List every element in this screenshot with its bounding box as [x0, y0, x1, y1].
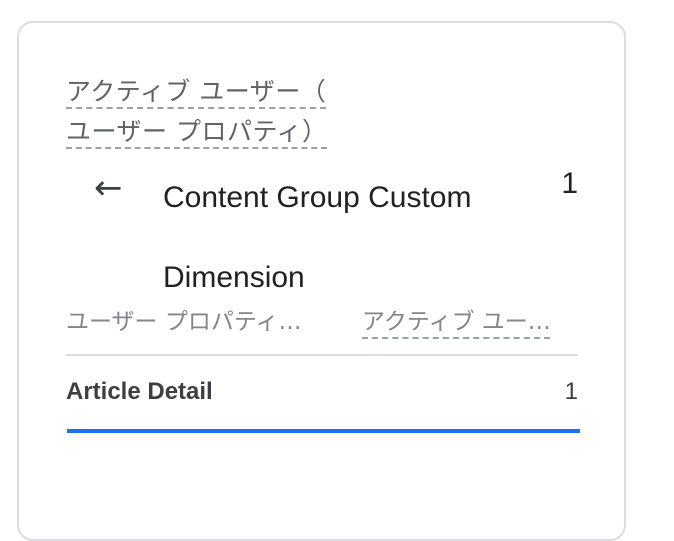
column-header-active-users[interactable]: アクティブ ユー…: [362, 306, 566, 338]
row-label: Article Detail: [66, 378, 213, 405]
metric-title[interactable]: アクティブ ユーザー（ ユーザー プロパティ）: [66, 72, 328, 152]
column-header-user-property: ユーザー プロパティ…: [66, 309, 302, 335]
share-bar-fill: [67, 429, 580, 433]
table-row[interactable]: Article Detail 1: [66, 372, 578, 412]
share-bar-track: [67, 429, 580, 433]
metric-title-line1[interactable]: アクティブ ユーザー（: [66, 77, 327, 109]
metric-title-line2[interactable]: ユーザー プロパティ）: [66, 117, 328, 149]
row-value: 1: [564, 378, 578, 405]
column-header-underline: [362, 337, 550, 339]
dimension-value: 1: [561, 167, 578, 200]
dimension-title: Content Group Custom Dimension: [163, 181, 472, 294]
arrow-left-icon[interactable]: ←: [94, 168, 134, 208]
table-header: ユーザー プロパティ… アクティブ ユー…: [66, 300, 578, 356]
